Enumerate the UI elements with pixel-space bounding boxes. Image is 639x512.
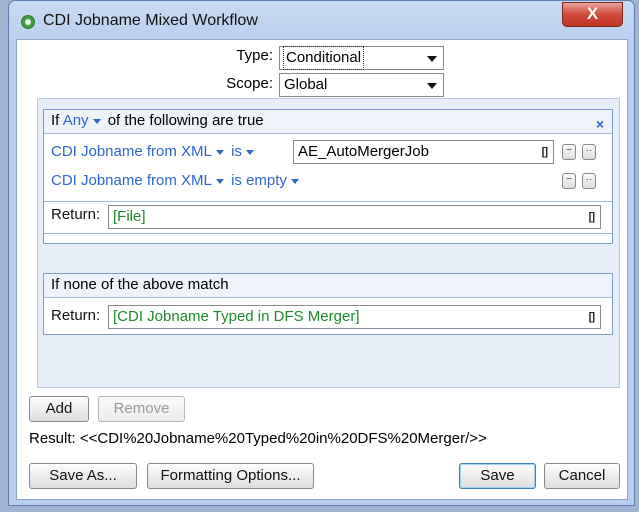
chevron-down-icon <box>427 83 437 89</box>
return-label: Return: <box>51 206 101 223</box>
condition-operator-dropdown[interactable]: is <box>231 143 257 160</box>
return-row: Return: [File] [] <box>44 201 612 234</box>
condition-value-text: AE_AutoMergerJob <box>298 143 429 160</box>
remove-button[interactable]: Remove <box>98 396 185 422</box>
chevron-down-icon <box>92 118 101 124</box>
header-suffix: of the following are true <box>107 112 264 129</box>
return-value-text: [File] <box>113 208 146 225</box>
remove-condition-button[interactable]: − <box>562 144 576 160</box>
title-bar[interactable]: CDI Jobname Mixed Workflow X <box>9 1 634 39</box>
chevron-down-icon <box>215 149 224 155</box>
condition-row: CDI Jobname from XML is empty <box>51 169 302 193</box>
formatting-options-button[interactable]: Formatting Options... <box>147 463 314 489</box>
variable-picker-icon[interactable]: [] <box>589 206 595 228</box>
else-return-value-text: [CDI Jobname Typed in DFS Merger] <box>113 308 360 325</box>
cancel-button[interactable]: Cancel <box>544 463 620 489</box>
match-mode-dropdown[interactable]: Any <box>63 112 104 129</box>
else-block-header: If none of the above match <box>44 274 612 298</box>
type-label: Type: <box>236 47 273 64</box>
condition-block-header: If Any of the following are true × <box>44 110 612 134</box>
result-text: Result: <<CDI%20Jobname%20Typed%20in%20D… <box>29 430 487 447</box>
rules-panel: If Any of the following are true × CDI J… <box>37 98 620 388</box>
variable-picker-icon[interactable]: [] <box>542 141 548 163</box>
save-as-button[interactable]: Save As... <box>29 463 137 489</box>
scope-select-value: Global <box>284 76 328 93</box>
close-icon[interactable]: × <box>596 113 604 135</box>
condition-field-label: CDI Jobname from XML <box>51 143 212 160</box>
type-select[interactable]: Conditional <box>279 46 444 70</box>
dialog-window: CDI Jobname Mixed Workflow X Type: Condi… <box>8 0 635 506</box>
match-mode-value: Any <box>62 112 89 129</box>
chevron-down-icon <box>245 149 254 155</box>
close-button[interactable]: X <box>562 2 623 27</box>
chevron-down-icon <box>427 56 437 62</box>
return-input[interactable]: [File] [] <box>108 205 601 229</box>
chevron-down-icon <box>290 178 299 184</box>
condition-field-dropdown[interactable]: CDI Jobname from XML <box>51 172 227 189</box>
scope-label: Scope: <box>226 75 273 92</box>
else-block: If none of the above match Return: [CDI … <box>43 273 613 335</box>
condition-field-label: CDI Jobname from XML <box>51 172 212 189</box>
else-return-row: Return: [CDI Jobname Typed in DFS Merger… <box>44 299 612 334</box>
chevron-down-icon <box>215 178 224 184</box>
more-options-button[interactable]: ·· <box>582 144 596 160</box>
window-title: CDI Jobname Mixed Workflow <box>43 12 258 29</box>
app-icon <box>21 15 35 29</box>
dialog-content: Type: Conditional Scope: Global If Any o… <box>16 39 628 500</box>
scope-select[interactable]: Global <box>279 73 444 97</box>
remove-condition-button[interactable]: − <box>562 173 576 189</box>
save-button[interactable]: Save <box>459 463 536 489</box>
condition-block: If Any of the following are true × CDI J… <box>43 109 613 244</box>
condition-operator-dropdown[interactable]: is empty <box>231 172 302 189</box>
more-options-button[interactable]: ·· <box>582 173 596 189</box>
condition-value-input[interactable]: AE_AutoMergerJob [] <box>293 140 554 164</box>
condition-operator-label: is empty <box>231 172 287 189</box>
condition-row: CDI Jobname from XML is <box>51 140 257 164</box>
condition-field-dropdown[interactable]: CDI Jobname from XML <box>51 143 227 160</box>
if-label: If <box>51 112 60 129</box>
else-return-label: Return: <box>51 307 101 324</box>
add-button[interactable]: Add <box>29 396 89 422</box>
condition-operator-label: is <box>231 143 242 160</box>
variable-picker-icon[interactable]: [] <box>589 306 595 328</box>
type-select-value: Conditional <box>282 46 365 70</box>
else-return-input[interactable]: [CDI Jobname Typed in DFS Merger] [] <box>108 305 601 329</box>
